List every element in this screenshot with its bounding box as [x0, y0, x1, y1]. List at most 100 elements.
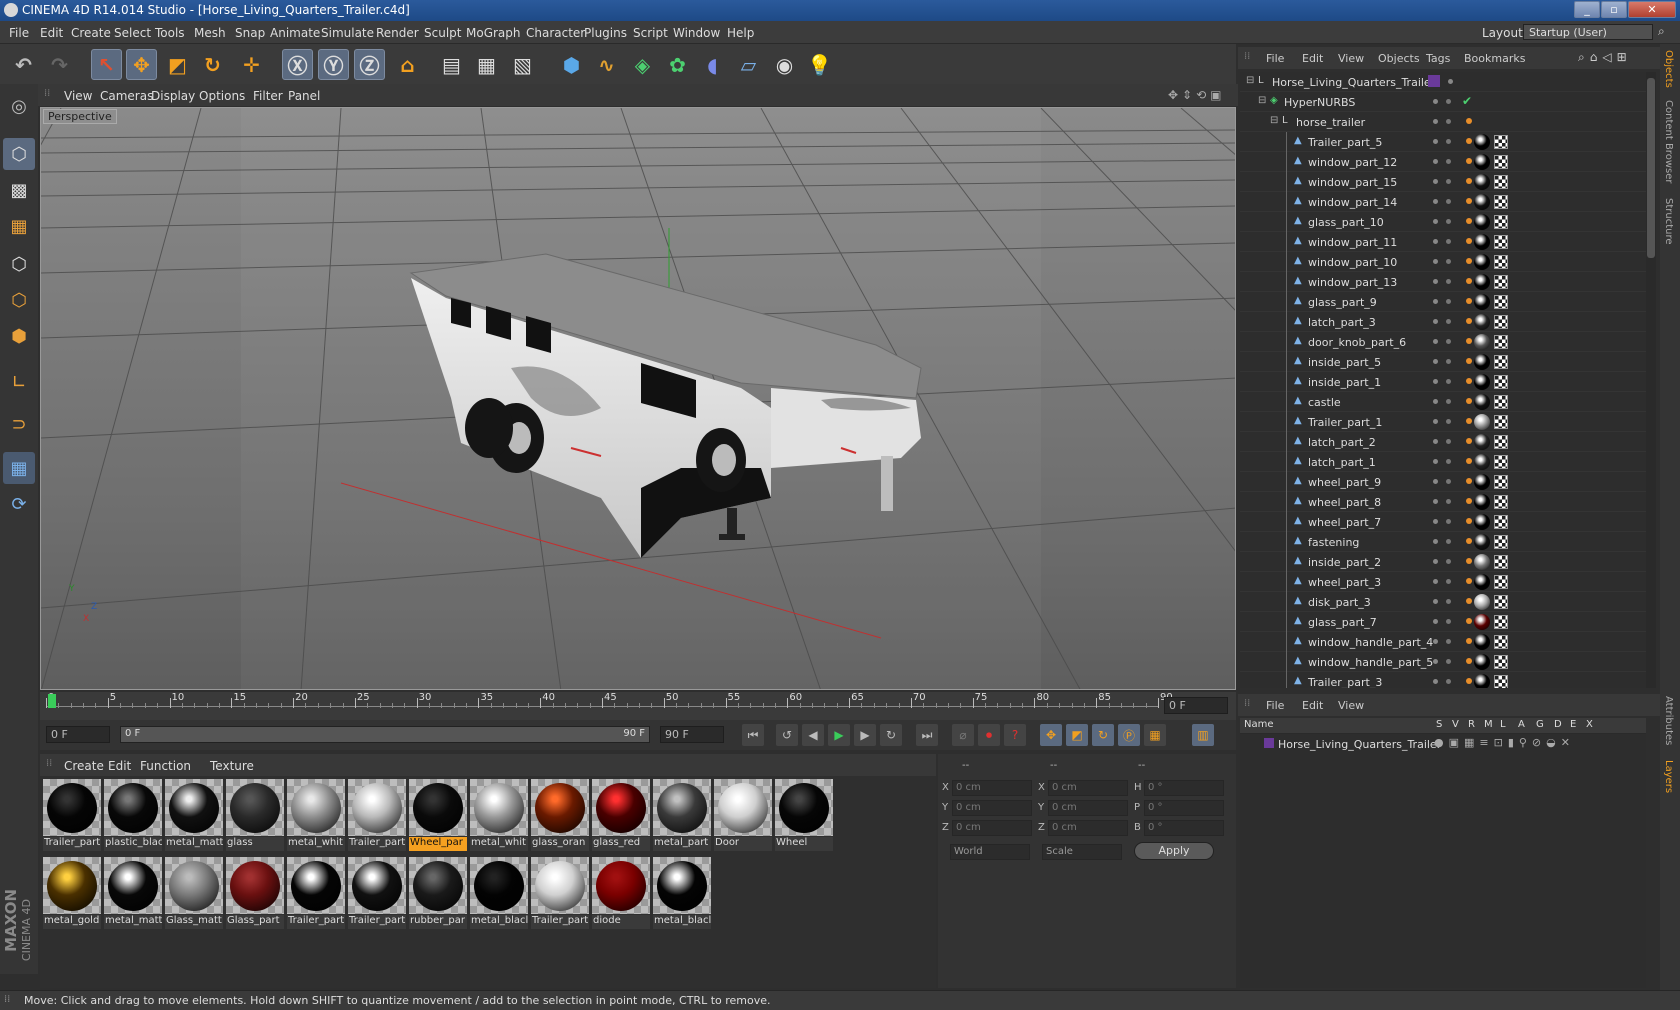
render-visibility-dot[interactable]	[1446, 459, 1451, 464]
scale-tool-icon[interactable]: ◩	[162, 49, 193, 80]
frame-range-slider[interactable]: 0 F 90 F	[120, 726, 650, 743]
timeline[interactable]: 051015202530354045505560657075808590 0 F	[40, 692, 1236, 720]
object-row[interactable]: ▲ wheel_part_8	[1240, 492, 1646, 512]
uvw-tag-icon[interactable]	[1494, 335, 1508, 349]
viewport-menu-panel[interactable]: Panel	[288, 89, 320, 103]
render-visibility-dot[interactable]	[1446, 159, 1451, 164]
object-row[interactable]: ▲ window_part_11	[1240, 232, 1646, 252]
object-row[interactable]: ▲ inside_part_5	[1240, 352, 1646, 372]
layer-column-header[interactable]: L	[1500, 719, 1506, 730]
render-visibility-dot[interactable]	[1446, 479, 1451, 484]
maximize-button[interactable]: ▫	[1601, 1, 1627, 18]
undo-icon[interactable]: ↶	[8, 49, 39, 80]
object-row[interactable]: ▲ window_part_15	[1240, 172, 1646, 192]
uvw-tag-icon[interactable]	[1494, 395, 1508, 409]
render-visibility-dot[interactable]	[1446, 499, 1451, 504]
object-row[interactable]: ▲ disk_part_3	[1240, 592, 1646, 612]
render-visibility-dot[interactable]	[1446, 639, 1451, 644]
rotation-field[interactable]: 0 °	[1144, 820, 1224, 836]
axis-mode-icon[interactable]: ∟	[3, 366, 35, 398]
menu-render[interactable]: Render	[376, 26, 419, 40]
editor-visibility-dot[interactable]	[1433, 419, 1438, 424]
planar-workplane-icon[interactable]: ⟳	[3, 488, 35, 520]
material-tag-icon[interactable]	[1474, 454, 1490, 470]
editor-visibility-dot[interactable]	[1433, 399, 1438, 404]
keyframe-selection-icon[interactable]: ?	[1004, 724, 1026, 746]
tab-content-browser[interactable]: Content Browser	[1663, 100, 1674, 183]
tab-attributes[interactable]: Attributes	[1663, 696, 1674, 745]
key-scale-icon[interactable]: ◩	[1066, 724, 1088, 746]
render-visibility-dot[interactable]	[1446, 579, 1451, 584]
object-menu-objects[interactable]: Objects	[1378, 52, 1420, 65]
material-swatch[interactable]: Door	[713, 778, 773, 852]
material-tag-icon[interactable]	[1474, 494, 1490, 510]
material-swatch[interactable]: Trailer_part	[347, 856, 407, 930]
render-visibility-dot[interactable]	[1446, 599, 1451, 604]
phong-tag-icon[interactable]	[1466, 338, 1472, 344]
object-row[interactable]: ▲ inside_part_1	[1240, 372, 1646, 392]
world-dropdown[interactable]: World	[950, 844, 1030, 860]
menu-tools[interactable]: Tools	[155, 26, 185, 40]
material-swatch[interactable]: Glass_part	[225, 856, 285, 930]
editor-visibility-dot[interactable]	[1433, 539, 1438, 544]
material-menu-edit[interactable]: Edit	[108, 759, 131, 773]
object-row[interactable]: ▲ glass_part_10	[1240, 212, 1646, 232]
layer-column-header[interactable]: D	[1554, 719, 1562, 730]
object-menu-bookmarks[interactable]: Bookmarks	[1464, 52, 1525, 65]
render-visibility-dot[interactable]	[1446, 219, 1451, 224]
editor-visibility-dot[interactable]	[1433, 559, 1438, 564]
material-swatch[interactable]: plastic_blac	[103, 778, 163, 852]
scrollbar-thumb[interactable]	[1647, 78, 1655, 258]
editor-visibility-dot[interactable]	[1433, 679, 1438, 684]
phong-tag-icon[interactable]	[1466, 558, 1472, 564]
material-tag-icon[interactable]	[1474, 534, 1490, 550]
recent-tool-icon[interactable]: ✛	[236, 49, 267, 80]
material-tag-icon[interactable]	[1474, 374, 1490, 390]
material-swatch[interactable]: Trailer_part	[347, 778, 407, 852]
cube-primitive-icon[interactable]: ⬢	[556, 49, 587, 80]
menu-select[interactable]: Select	[114, 26, 151, 40]
object-row[interactable]: ▲ latch_part_1	[1240, 452, 1646, 472]
size-field[interactable]: 0 cm	[1048, 820, 1128, 836]
uvw-tag-icon[interactable]	[1494, 455, 1508, 469]
position-field[interactable]: 0 cm	[952, 780, 1032, 796]
key-position-icon[interactable]: ✥	[1040, 724, 1062, 746]
editor-visibility-dot[interactable]	[1433, 459, 1438, 464]
collapse-icon[interactable]: ⊟	[1270, 116, 1280, 126]
play-icon[interactable]: ▶	[828, 724, 850, 746]
phong-tag-icon[interactable]	[1466, 358, 1472, 364]
uvw-tag-icon[interactable]	[1494, 615, 1508, 629]
collapse-icon[interactable]: ⊟	[1246, 76, 1256, 86]
scale-dropdown[interactable]: Scale	[1042, 844, 1122, 860]
z-axis-lock-icon[interactable]: Ⓩ	[354, 49, 385, 80]
next-frame-icon[interactable]: ▶	[854, 724, 876, 746]
object-row[interactable]: ▲ latch_part_2	[1240, 432, 1646, 452]
viewport-menu-options[interactable]: Options	[199, 89, 245, 103]
editor-visibility-dot[interactable]	[1433, 299, 1438, 304]
material-tag-icon[interactable]	[1474, 614, 1490, 630]
layer-column-header[interactable]: V	[1452, 719, 1459, 730]
layer-column-header[interactable]: G	[1536, 719, 1544, 730]
render-visibility-dot[interactable]	[1446, 319, 1451, 324]
phong-tag-icon[interactable]	[1466, 258, 1472, 264]
layer-column-header[interactable]: Name	[1244, 719, 1274, 730]
material-tag-icon[interactable]	[1474, 394, 1490, 410]
phong-tag-icon[interactable]	[1466, 278, 1472, 284]
render-visibility-dot[interactable]	[1446, 679, 1451, 684]
layer-menu-file[interactable]: File	[1266, 699, 1284, 712]
previous-key-icon[interactable]: ↺	[776, 724, 798, 746]
material-swatch[interactable]: Wheel_par	[408, 778, 468, 852]
uvw-tag-icon[interactable]	[1494, 135, 1508, 149]
phong-tag-icon[interactable]	[1466, 238, 1472, 244]
uvw-tag-icon[interactable]	[1494, 255, 1508, 269]
object-row-horse-trailer[interactable]: ⊟ L horse_trailer	[1240, 112, 1646, 132]
position-field[interactable]: 0 cm	[952, 820, 1032, 836]
material-tag-icon[interactable]	[1474, 674, 1490, 688]
mograph-cloner-icon[interactable]: ✿	[662, 49, 693, 80]
object-row[interactable]: ▲ window_handle_part_5	[1240, 652, 1646, 672]
object-row[interactable]: ▲ fastening	[1240, 532, 1646, 552]
key-parameter-icon[interactable]: Ⓟ	[1118, 724, 1140, 746]
editor-visibility-dot[interactable]	[1433, 479, 1438, 484]
object-row[interactable]: ▲ window_part_10	[1240, 252, 1646, 272]
material-tag-icon[interactable]	[1474, 554, 1490, 570]
